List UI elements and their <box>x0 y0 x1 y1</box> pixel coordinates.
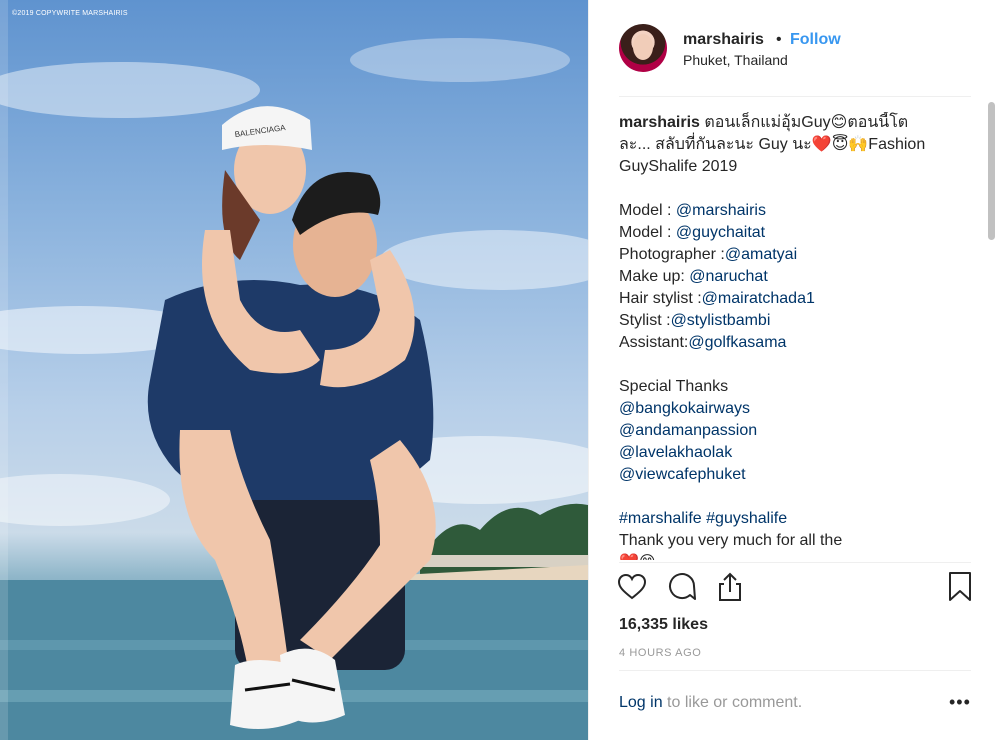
mention-link[interactable]: @golfkasama <box>688 334 786 351</box>
mention-link[interactable]: @viewcafephuket <box>619 464 949 486</box>
caption-text-3: GuyShalife 2019 <box>619 158 738 175</box>
caption-closing: Thank you very much for all the <box>619 532 843 549</box>
caption-text-2: ละ... สลับที่กันละนะ Guy นะ❤️😇🙌Fashion <box>619 136 926 153</box>
credit-row: Model : @guychaitat <box>619 224 766 241</box>
mention-link[interactable]: @lavelakhaolak <box>619 442 949 464</box>
mention-link[interactable]: @naruchat <box>689 268 768 285</box>
mention-link[interactable]: @stylistbambi <box>671 312 771 329</box>
actions-divider <box>619 562 971 563</box>
credit-row: Stylist :@stylistbambi <box>619 312 771 329</box>
photo-copyright-watermark: ©2019 COPYWRITE MARSHAIRIS <box>12 10 128 17</box>
header-divider <box>619 96 971 97</box>
mention-link[interactable]: @mairatchada1 <box>702 290 815 307</box>
caption-closing-emoji: ❤️😊 <box>619 552 949 560</box>
share-upload-icon[interactable] <box>713 570 747 604</box>
bookmark-icon[interactable] <box>943 570 977 604</box>
header-username[interactable]: marshairis <box>683 31 764 49</box>
credit-row: Assistant:@golfkasama <box>619 334 787 351</box>
post-caption: marshairis ตอนเล็กแม่อุ้มGuy😊ตอนนี้โต ละ… <box>619 112 949 560</box>
thanks-title: Special Thanks <box>619 378 729 395</box>
credit-row: Photographer :@amatyai <box>619 246 798 263</box>
header-separator: • <box>776 31 782 48</box>
caption-line-1: marshairis ตอนเล็กแม่อุ้มGuy😊ตอนนี้โต <box>619 112 949 134</box>
credit-row: Model : @marshairis <box>619 202 766 219</box>
likes-count[interactable]: 16,335 likes <box>619 616 708 634</box>
heart-outline-icon[interactable] <box>615 570 649 604</box>
hashtag-links[interactable]: #marshalife #guyshalife <box>619 508 949 530</box>
login-rest-text: to like or comment. <box>662 694 803 711</box>
mention-link[interactable]: @marshairis <box>676 202 766 219</box>
login-prompt: Log in to like or comment. <box>619 694 802 712</box>
comment-bubble-icon[interactable] <box>665 570 699 604</box>
mention-link[interactable]: @andamanpassion <box>619 420 949 442</box>
mention-link[interactable]: @bangkokairways <box>619 398 949 420</box>
credit-row: Make up: @naruchat <box>619 268 768 285</box>
more-options-icon[interactable]: ••• <box>949 692 971 713</box>
caption-scrollbar[interactable] <box>987 100 995 560</box>
mention-link[interactable]: @amatyai <box>725 246 797 263</box>
login-link[interactable]: Log in <box>619 694 663 711</box>
caption-text-1: ตอนเล็กแม่อุ้มGuy😊ตอนนี้โต <box>704 114 909 131</box>
post-header: marshairis • Follow Phuket, Thailand <box>589 0 1000 96</box>
scrollbar-thumb[interactable] <box>988 102 995 240</box>
mention-link[interactable]: @guychaitat <box>676 224 765 241</box>
credit-row: Hair stylist :@mairatchada1 <box>619 290 815 307</box>
footer-divider <box>619 670 971 671</box>
follow-button[interactable]: Follow <box>790 31 841 49</box>
action-bar <box>589 570 1000 610</box>
post-photo[interactable]: BALENCIAGA ©2019 COPYWRITE MARSHAIRIS <box>0 0 588 740</box>
avatar[interactable] <box>619 24 667 72</box>
location-link[interactable]: Phuket, Thailand <box>683 52 788 68</box>
post-timestamp[interactable]: 4 HOURS AGO <box>619 647 701 659</box>
photo-illustration: BALENCIAGA <box>0 0 588 740</box>
caption-username[interactable]: marshairis <box>619 114 700 131</box>
post-side-panel: marshairis • Follow Phuket, Thailand mar… <box>588 0 1000 740</box>
